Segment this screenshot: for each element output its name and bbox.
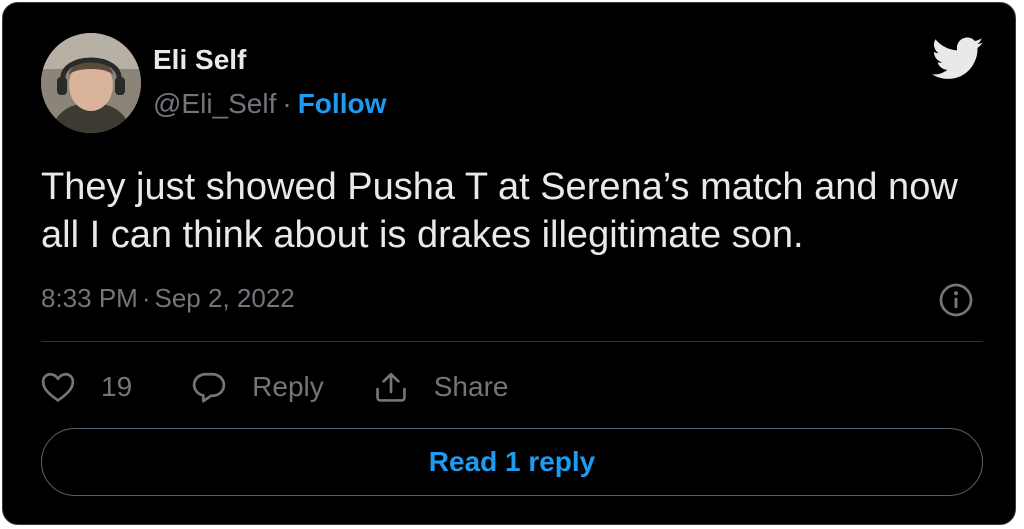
heart-icon (41, 372, 75, 402)
separator-dot: · (282, 88, 292, 119)
handle-row: @Eli_Self · Follow (153, 87, 386, 121)
follow-button[interactable]: Follow (298, 88, 387, 119)
tweet-timestamp[interactable]: 8:33 PM · Sep 2, 2022 (41, 281, 295, 315)
avatar-image (41, 33, 141, 133)
info-icon[interactable] (938, 282, 974, 318)
reply-button[interactable]: Reply (192, 371, 324, 403)
avatar[interactable] (41, 33, 141, 133)
action-bar: 19 Reply Share (41, 365, 508, 409)
tweet-date: Sep 2, 2022 (154, 283, 295, 313)
share-button[interactable]: Share (374, 371, 509, 403)
tweet-text: They just showed Pusha T at Serena’s mat… (41, 166, 958, 256)
share-icon (375, 372, 406, 402)
twitter-bird-icon[interactable] (932, 37, 984, 81)
reply-bubble-icon (192, 372, 226, 403)
like-count: 19 (101, 371, 133, 402)
reply-label: Reply (252, 371, 324, 402)
separator-dot: · (141, 283, 151, 313)
tweet-card: Eli Self @Eli_Self · Follow They just show… (2, 2, 1016, 525)
display-name[interactable]: Eli Self (153, 43, 246, 77)
share-label: Share (433, 371, 509, 402)
like-button[interactable]: 19 (41, 371, 132, 403)
user-handle[interactable]: @Eli_Self (153, 88, 276, 119)
tweet-time: 8:33 PM (41, 283, 138, 313)
divider (41, 341, 983, 342)
read-replies-button[interactable]: Read 1 reply (41, 428, 983, 496)
